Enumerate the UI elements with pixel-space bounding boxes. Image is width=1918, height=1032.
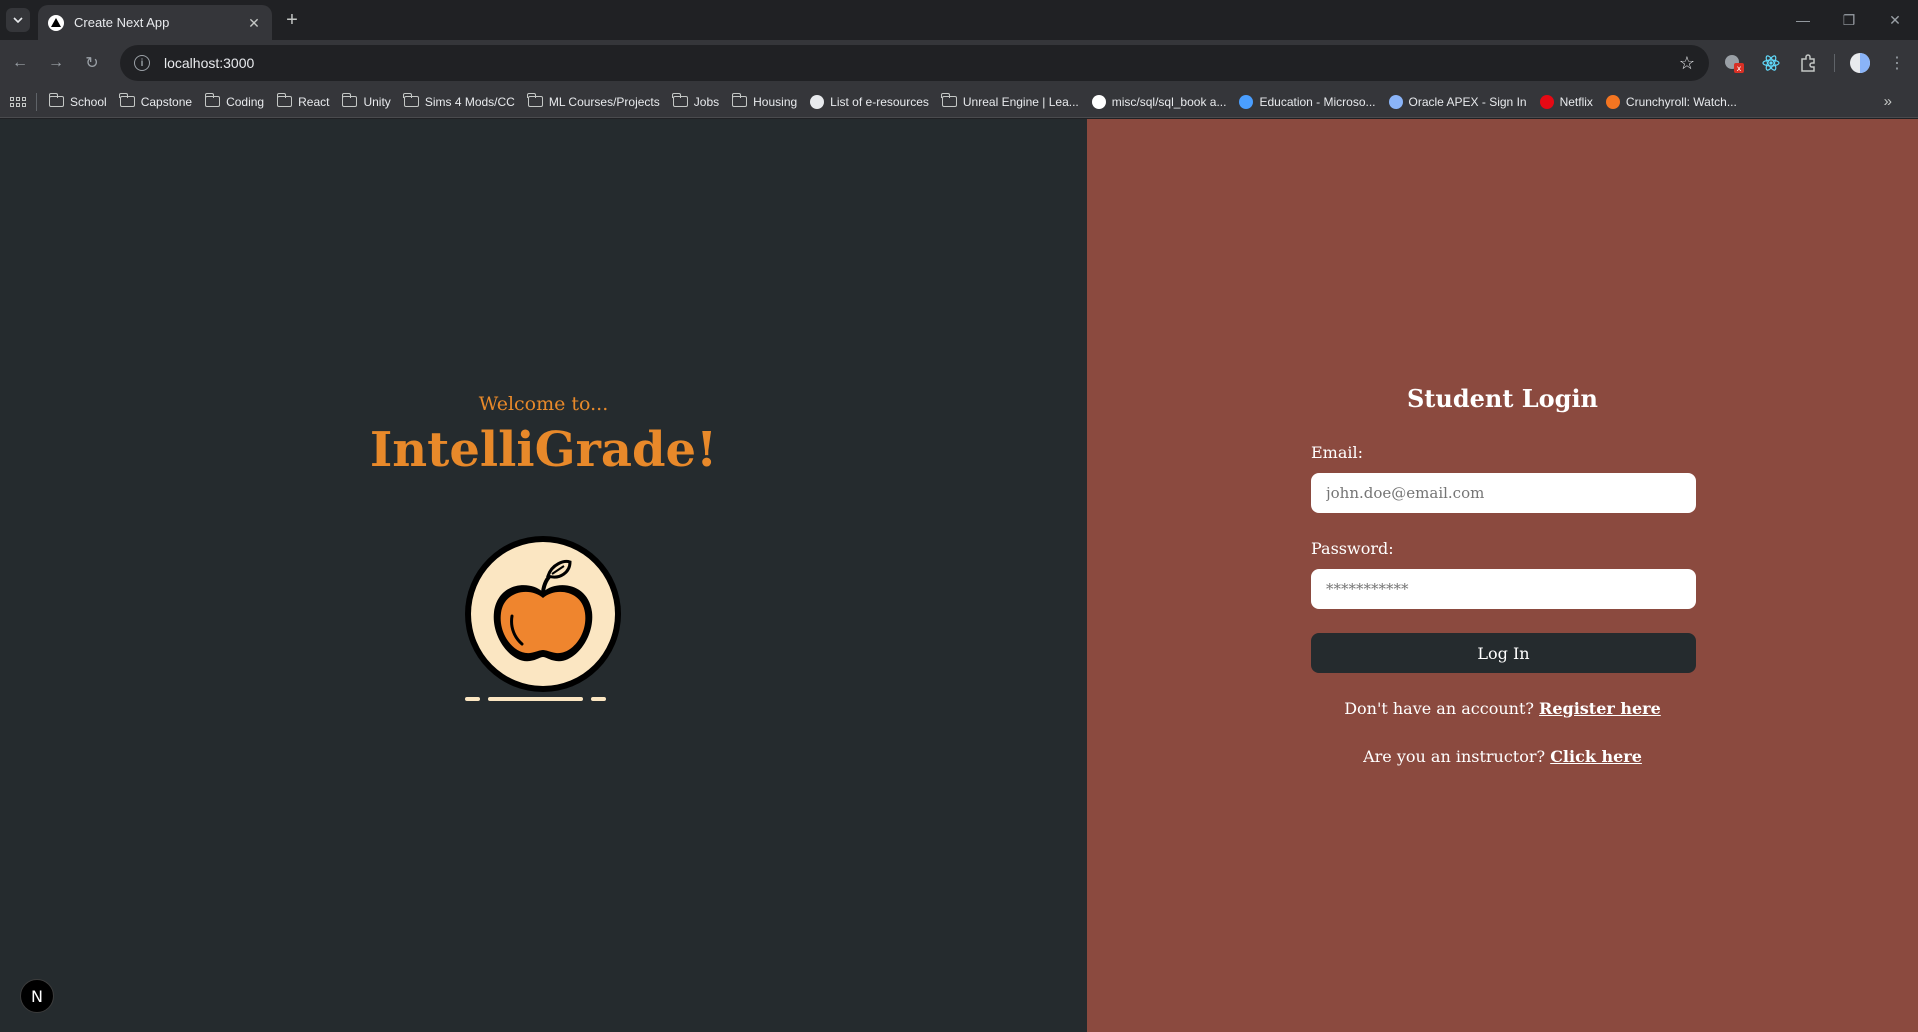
brand-title: IntelliGrade!	[369, 422, 718, 478]
register-link[interactable]: Register here	[1539, 699, 1661, 718]
folder-icon	[119, 93, 135, 107]
extension-badge-icon[interactable]: x	[1723, 52, 1745, 74]
bookmark-label: Crunchyroll: Watch...	[1625, 94, 1737, 109]
tab-strip: Create Next App ✕ + — ❐ ✕	[0, 0, 1918, 40]
react-devtools-icon[interactable]	[1760, 52, 1782, 74]
menu-dots-icon[interactable]: ⋮	[1885, 51, 1909, 75]
app-page: Welcome to... IntelliGrade! N Student Lo…	[0, 119, 1918, 1032]
github-icon	[1091, 94, 1106, 109]
bookmark-label: Jobs	[693, 94, 720, 109]
bookmark-label: React	[298, 94, 330, 109]
bookmark-item[interactable]: Unreal Engine | Lea...	[941, 93, 1079, 109]
apps-grid-icon[interactable]	[10, 96, 26, 107]
bookmark-item[interactable]: Netflix	[1539, 94, 1593, 109]
login-panel: Student Login Email: Password: Log In Do…	[1087, 119, 1918, 1032]
instructor-prompt: Are you an instructor?	[1363, 747, 1546, 766]
bookmark-label: Capstone	[140, 94, 193, 109]
bookmark-item[interactable]: List of e-resources	[810, 94, 929, 109]
address-bar[interactable]: i localhost:3000 ☆	[120, 45, 1709, 81]
folder-icon	[527, 93, 543, 107]
forward-arrow-icon[interactable]: →	[44, 51, 68, 75]
folder-icon	[204, 93, 221, 107]
browser-tab[interactable]: Create Next App ✕	[38, 5, 272, 40]
bookmark-label: School	[70, 94, 107, 109]
tab-search-button[interactable]	[6, 8, 30, 32]
welcome-panel: Welcome to... IntelliGrade! N	[0, 119, 1087, 1032]
crunchyroll-icon	[1605, 94, 1620, 109]
bookmark-list: School Capstone Coding React Unity Sims 4 Mod…	[48, 93, 1750, 109]
more-bookmarks-icon[interactable]: »	[1884, 93, 1892, 110]
instructor-line: Are you an instructor? Click here	[1087, 747, 1918, 766]
folder-icon	[731, 93, 748, 107]
apple-logo-icon	[465, 536, 621, 701]
tab-title: Create Next App	[74, 15, 170, 30]
apex-icon	[1388, 94, 1403, 109]
folder-icon	[403, 93, 419, 107]
bookmark-star-icon[interactable]: ☆	[1679, 53, 1695, 74]
svg-text:x: x	[1737, 64, 1742, 73]
nextjs-dev-badge[interactable]: N	[20, 979, 54, 1013]
azure-icon	[1239, 94, 1254, 109]
bookmark-item[interactable]: misc/sql/sql_book a...	[1091, 94, 1227, 109]
register-prompt: Don't have an account?	[1344, 699, 1534, 718]
bookmark-item[interactable]: Crunchyroll: Watch...	[1605, 94, 1737, 109]
chevron-down-icon	[13, 17, 23, 23]
bookmark-item[interactable]: React	[276, 93, 330, 109]
window-controls: — ❐ ✕	[1780, 0, 1918, 40]
close-tab-icon[interactable]: ✕	[246, 15, 262, 31]
toolbar-divider	[1834, 54, 1835, 72]
bookmark-item[interactable]: ML Courses/Projects	[527, 93, 660, 109]
bookmarks-separator	[36, 92, 37, 111]
register-line: Don't have an account? Register here	[1087, 699, 1918, 718]
email-label: Email:	[1311, 443, 1364, 462]
bookmark-label: Education - Microso...	[1259, 94, 1376, 109]
bookmark-label: Unreal Engine | Lea...	[962, 94, 1079, 109]
bookmark-label: Sims 4 Mods/CC	[424, 94, 515, 109]
bookmark-label: List of e-resources	[830, 94, 929, 109]
extensions-puzzle-icon[interactable]	[1797, 52, 1819, 74]
bookmark-item[interactable]: School	[48, 93, 107, 109]
bookmark-label: Coding	[226, 94, 265, 109]
site-icon	[810, 94, 825, 109]
browser-toolbar: ← → ↻ i localhost:3000 ☆ x ⋮	[0, 40, 1918, 86]
bookmark-label: Unity	[363, 94, 391, 109]
bookmark-item[interactable]: Oracle APEX - Sign In	[1388, 94, 1527, 109]
close-window-icon[interactable]: ✕	[1872, 0, 1918, 40]
bookmark-label: Housing	[753, 94, 798, 109]
bookmark-item[interactable]: Sims 4 Mods/CC	[403, 93, 515, 109]
bookmark-item[interactable]: Unity	[341, 93, 391, 109]
nextjs-favicon-icon	[48, 14, 64, 31]
instructor-link[interactable]: Click here	[1550, 747, 1642, 766]
netflix-icon	[1539, 94, 1554, 109]
new-tab-button[interactable]: +	[280, 8, 304, 32]
bookmark-label: Oracle APEX - Sign In	[1408, 94, 1527, 109]
profile-avatar-icon[interactable]	[1849, 52, 1871, 74]
minimize-icon[interactable]: —	[1780, 0, 1826, 40]
folder-icon	[341, 93, 358, 107]
bookmark-item[interactable]: Capstone	[119, 93, 193, 109]
folder-icon	[48, 93, 64, 107]
bookmark-item[interactable]: Jobs	[672, 93, 720, 109]
url-text[interactable]: localhost:3000	[164, 55, 1679, 71]
back-arrow-icon[interactable]: ←	[8, 51, 32, 75]
email-field[interactable]	[1311, 473, 1696, 513]
folder-icon	[276, 93, 293, 107]
reload-icon[interactable]: ↻	[80, 51, 104, 75]
bookmarks-bar: School Capstone Coding React Unity Sims 4 Mod…	[0, 86, 1918, 118]
bookmark-label: ML Courses/Projects	[548, 94, 660, 109]
login-button[interactable]: Log In	[1311, 633, 1696, 673]
bookmark-item[interactable]: Housing	[731, 93, 798, 109]
password-label: Password:	[1311, 539, 1394, 558]
welcome-text: Welcome to...	[478, 393, 609, 415]
login-title: Student Login	[1406, 384, 1599, 413]
bookmark-item[interactable]: Education - Microso...	[1239, 94, 1376, 109]
bookmark-item[interactable]: Coding	[204, 93, 265, 109]
site-info-icon[interactable]: i	[134, 55, 150, 71]
folder-icon	[941, 93, 957, 107]
password-field[interactable]	[1311, 569, 1696, 609]
restore-icon[interactable]: ❐	[1826, 0, 1872, 40]
bookmark-label: misc/sql/sql_book a...	[1111, 94, 1227, 109]
folder-icon	[672, 93, 688, 107]
bookmark-label: Netflix	[1559, 94, 1593, 109]
